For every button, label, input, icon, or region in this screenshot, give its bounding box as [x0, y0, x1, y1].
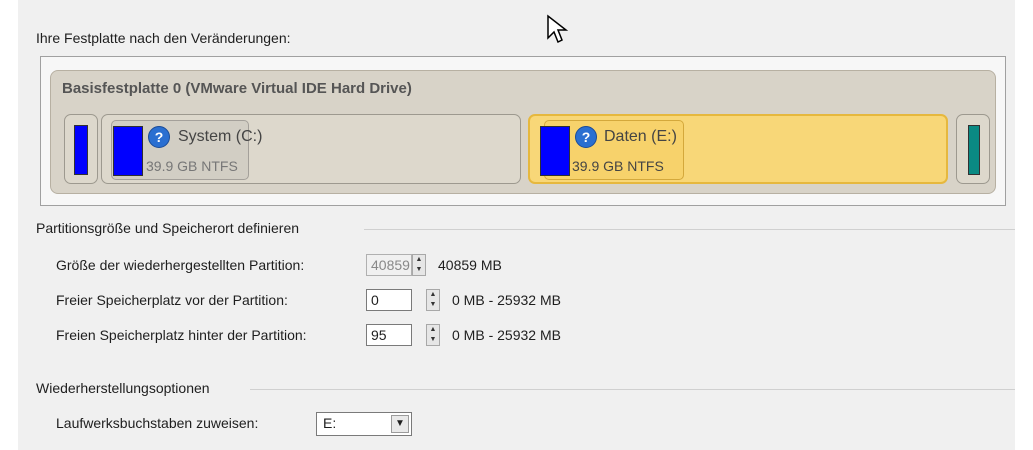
section-divider: [250, 389, 1015, 390]
free-space-before-label: Freier Speicherplatz vor der Partition:: [56, 292, 288, 308]
partition-daten-name: Daten (E:): [604, 128, 677, 145]
partition-system-color-block: [113, 126, 143, 176]
free-space-after-label: Freien Speicherplatz hinter der Partitio…: [56, 327, 307, 343]
partition-color-bar: [74, 125, 88, 175]
section-divider: [364, 229, 1015, 230]
partition-system-info: 39.9 GB NTFS: [146, 158, 238, 174]
size-section-title: Partitionsgröße und Speicherort definier…: [36, 220, 300, 236]
question-circle-icon: ?: [575, 126, 597, 148]
question-circle-icon: ?: [148, 126, 170, 148]
partition-daten-color-block: [540, 126, 570, 176]
recovered-partition-size-range: 40859 MB: [438, 257, 502, 273]
partition-system-name: System (C:): [178, 128, 263, 145]
free-space-after-input[interactable]: 95: [366, 324, 412, 346]
recovered-partition-size-input[interactable]: 40859: [366, 254, 412, 276]
unallocated-partition-left[interactable]: [64, 114, 98, 184]
partition-daten-info: 39.9 GB NTFS: [572, 158, 664, 174]
restore-options-title: Wiederherstellungsoptionen: [36, 380, 210, 396]
free-space-before-range: 0 MB - 25932 MB: [452, 292, 561, 308]
recovered-partition-size-label: Größe der wiederhergestellten Partition:: [56, 257, 305, 273]
free-space-after-range: 0 MB - 25932 MB: [452, 327, 561, 343]
free-space-after-spin[interactable]: ▲ ▼: [426, 324, 440, 346]
mouse-cursor-icon: [546, 14, 570, 53]
chevron-down-icon[interactable]: ▼: [391, 415, 409, 433]
disk-title: Basisfestplatte 0 (VMware Virtual IDE Ha…: [62, 80, 412, 97]
disk-preview-heading: Ihre Festplatte nach den Veränderungen:: [36, 30, 291, 46]
drive-letter-label: Laufwerksbuchstaben zuweisen:: [56, 415, 259, 431]
unallocated-partition-right[interactable]: [956, 114, 990, 184]
free-space-before-input[interactable]: 0: [366, 289, 412, 311]
drive-letter-select[interactable]: E: ▼: [316, 412, 412, 436]
partition-color-bar: [968, 125, 980, 175]
free-space-before-spin[interactable]: ▲ ▼: [426, 289, 440, 311]
recovered-partition-size-spin[interactable]: ▲ ▼: [412, 254, 426, 276]
drive-letter-value: E:: [323, 415, 337, 431]
